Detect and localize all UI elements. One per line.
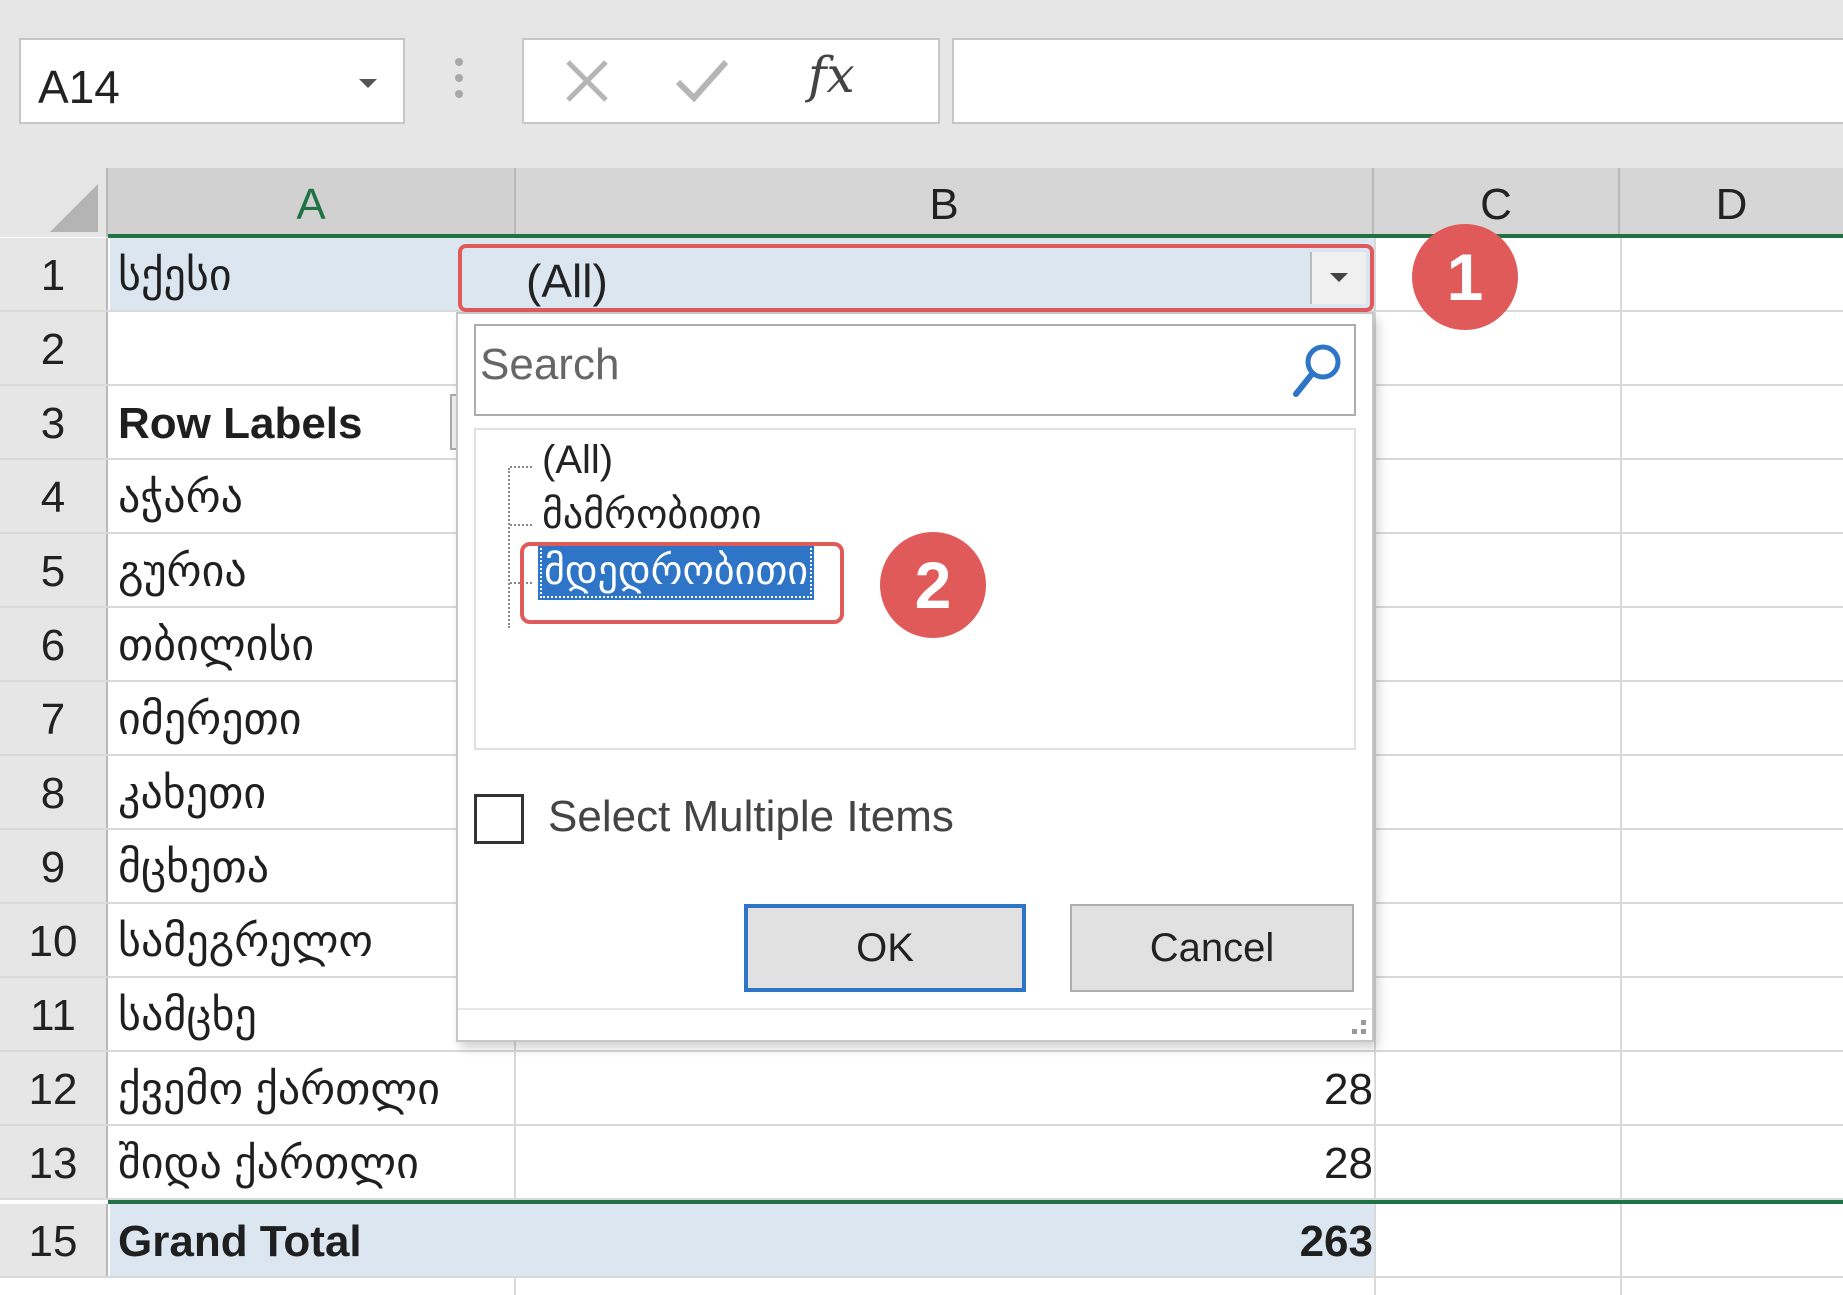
cancel-x-icon[interactable] bbox=[562, 56, 612, 106]
search-placeholder: Search bbox=[480, 340, 620, 389]
chevron-down-icon bbox=[1330, 273, 1348, 282]
row-header[interactable]: 5 bbox=[0, 534, 108, 606]
step-badge-2: 2 bbox=[880, 532, 986, 638]
select-multiple-checkbox[interactable] bbox=[474, 794, 524, 844]
name-box[interactable]: A14 bbox=[19, 38, 405, 124]
cell-b12[interactable]: 28 bbox=[1324, 1052, 1373, 1128]
row-header[interactable]: 1 bbox=[0, 238, 108, 310]
cell-a10[interactable]: სამეგრელო bbox=[118, 904, 373, 980]
cell-b13[interactable]: 28 bbox=[1324, 1126, 1373, 1202]
select-all-triangle-icon bbox=[50, 184, 98, 232]
cell-a8[interactable]: კახეთი bbox=[118, 756, 266, 832]
select-multiple-label[interactable]: Select Multiple Items bbox=[548, 792, 954, 842]
cell-a11[interactable]: სამცხე bbox=[118, 978, 257, 1054]
row-header[interactable]: 6 bbox=[0, 608, 108, 680]
cell-grand-total-value[interactable]: 263 bbox=[1300, 1204, 1373, 1280]
formula-input[interactable] bbox=[952, 38, 1843, 124]
column-header-c[interactable]: C bbox=[1374, 168, 1620, 237]
row-header[interactable]: 4 bbox=[0, 460, 108, 532]
cell-a6[interactable]: თბილისი bbox=[118, 608, 314, 684]
cell-a12[interactable]: ქვემო ქართლი bbox=[118, 1052, 440, 1128]
row-header[interactable]: 10 bbox=[0, 904, 108, 976]
search-icon[interactable] bbox=[1290, 340, 1346, 400]
step-badge-1: 1 bbox=[1412, 224, 1518, 330]
formula-bar-area: A14 fx bbox=[0, 0, 1843, 168]
report-filter-dropdown[interactable]: (All) bbox=[458, 244, 1374, 312]
row-header[interactable]: 8 bbox=[0, 756, 108, 828]
search-input[interactable]: Search bbox=[474, 324, 1356, 416]
grand-total-row: 15 Grand Total 263 bbox=[0, 1204, 1843, 1278]
drag-handle-icon[interactable] bbox=[453, 58, 465, 104]
resize-grip-icon[interactable] bbox=[1342, 1010, 1366, 1034]
name-box-value: A14 bbox=[38, 61, 120, 113]
filter-item-all[interactable]: (All) bbox=[542, 438, 613, 483]
cell-a1[interactable]: სქესი bbox=[118, 238, 232, 314]
confirm-check-icon[interactable] bbox=[674, 56, 730, 106]
row-header[interactable]: 3 bbox=[0, 386, 108, 458]
column-header-d[interactable]: D bbox=[1620, 168, 1843, 237]
selection-highlight-box bbox=[520, 542, 844, 624]
cell-a7[interactable]: იმერეთი bbox=[118, 682, 301, 758]
cell-a5[interactable]: გურია bbox=[118, 534, 247, 610]
table-row: 13 შიდა ქართლი 28 bbox=[0, 1126, 1843, 1200]
cell-a4[interactable]: აჭარა bbox=[118, 460, 243, 536]
report-filter-value: (All) bbox=[526, 255, 608, 307]
filter-item-male[interactable]: მამრობითი bbox=[542, 492, 762, 538]
row-header[interactable]: 9 bbox=[0, 830, 108, 902]
column-header-b[interactable]: B bbox=[516, 168, 1374, 237]
row-header[interactable]: 15 bbox=[0, 1204, 108, 1276]
cell-row-labels[interactable]: Row Labels bbox=[118, 386, 363, 462]
cell-grand-total-label[interactable]: Grand Total bbox=[118, 1204, 362, 1280]
row-header[interactable]: 2 bbox=[0, 312, 108, 384]
row-header[interactable]: 7 bbox=[0, 682, 108, 754]
table-row: 12 ქვემო ქართლი 28 bbox=[0, 1052, 1843, 1126]
cancel-button[interactable]: Cancel bbox=[1070, 904, 1354, 992]
cell-a13[interactable]: შიდა ქართლი bbox=[118, 1126, 419, 1202]
filter-dropdown-button[interactable] bbox=[1310, 252, 1366, 304]
row-header[interactable]: 12 bbox=[0, 1052, 108, 1124]
row-header[interactable]: 13 bbox=[0, 1126, 108, 1198]
column-header-a[interactable]: A bbox=[108, 168, 516, 237]
ok-button[interactable]: OK bbox=[744, 904, 1026, 992]
filter-popup: Search (All) მამრობითი მდედრობითი Select… bbox=[456, 312, 1374, 1042]
chevron-down-icon[interactable] bbox=[359, 79, 377, 88]
cell-a9[interactable]: მცხეთა bbox=[118, 830, 269, 906]
insert-function-icon[interactable]: fx bbox=[808, 46, 855, 104]
formula-buttons: fx bbox=[522, 38, 940, 124]
row-header[interactable]: 11 bbox=[0, 978, 108, 1050]
